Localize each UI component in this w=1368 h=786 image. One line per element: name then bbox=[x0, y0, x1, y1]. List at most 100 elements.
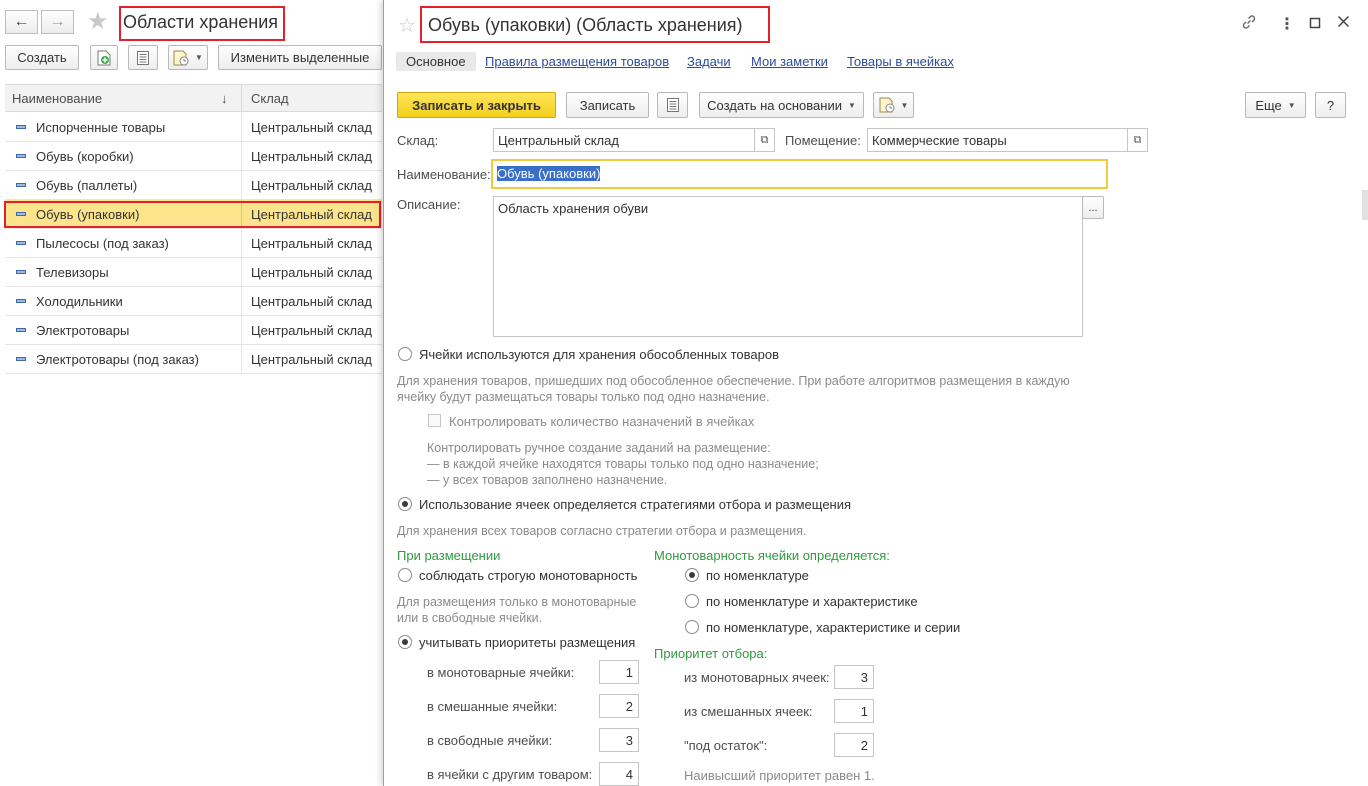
cell-name: Обувь (паллеты) bbox=[36, 178, 138, 193]
isolated-storage-radio[interactable] bbox=[398, 347, 412, 361]
strategy-label[interactable]: Использование ячеек определяется стратег… bbox=[419, 497, 851, 512]
strict-monotype-radio[interactable] bbox=[398, 568, 412, 582]
room-field[interactable]: Коммерческие товары bbox=[867, 128, 1128, 152]
tab-notes[interactable]: Мои заметки bbox=[751, 54, 828, 69]
priority-mixed-input[interactable]: 2 bbox=[599, 694, 639, 718]
save-button[interactable]: Записать bbox=[566, 92, 649, 118]
control-assignments-label: Контролировать количество назначений в я… bbox=[449, 414, 755, 429]
tab-cell-goods[interactable]: Товары в ячейках bbox=[847, 54, 954, 69]
list-view-button[interactable] bbox=[128, 45, 158, 70]
close-icon[interactable] bbox=[1337, 15, 1350, 33]
pick-monotype-label: из монотоварных ячеек: bbox=[684, 670, 830, 685]
column-header-name[interactable]: Наименование bbox=[12, 91, 102, 106]
column-header-warehouse[interactable]: Склад bbox=[251, 91, 289, 106]
report-icon bbox=[173, 50, 189, 65]
back-button[interactable]: ← bbox=[5, 10, 38, 34]
storage-area-icon bbox=[16, 125, 26, 129]
strategy-radio[interactable] bbox=[398, 497, 412, 511]
monotype-by-item-char-radio[interactable] bbox=[685, 594, 699, 608]
name-field[interactable]: Обувь (упаковки) bbox=[491, 159, 1108, 189]
placement-section-title: При размещении bbox=[397, 548, 501, 563]
table-row[interactable]: Пылесосы (под заказ) Центральный склад bbox=[5, 229, 382, 258]
monotype-by-item-char-series-label[interactable]: по номенклатуре, характеристике и серии bbox=[706, 620, 960, 635]
create-button[interactable]: Создать bbox=[5, 45, 79, 70]
list-view-button[interactable] bbox=[657, 92, 688, 118]
table-row[interactable]: Обувь (коробки) Центральный склад bbox=[5, 142, 382, 171]
cell-warehouse: Центральный склад bbox=[251, 178, 372, 193]
table-row[interactable]: Электротовары Центральный склад bbox=[5, 316, 382, 345]
storage-area-icon bbox=[16, 154, 26, 158]
name-label: Наименование: bbox=[397, 167, 491, 182]
priority-monotype-label: в монотоварные ячейки: bbox=[427, 665, 575, 680]
pick-mixed-input[interactable]: 1 bbox=[834, 699, 874, 723]
table-row[interactable]: Электротовары (под заказ) Центральный ск… bbox=[5, 345, 382, 374]
strict-monotype-label[interactable]: соблюдать строгую монотоварность bbox=[419, 568, 637, 583]
vertical-scrollbar[interactable] bbox=[1362, 190, 1368, 220]
pick-remainder-label: "под остаток": bbox=[684, 738, 768, 753]
forward-button[interactable]: → bbox=[41, 10, 74, 34]
cell-warehouse: Центральный склад bbox=[251, 236, 372, 251]
tab-main[interactable]: Основное bbox=[396, 52, 476, 71]
more-button[interactable]: Еще ▼ bbox=[1245, 92, 1306, 118]
more-vertical-icon[interactable]: ⋮ bbox=[1279, 14, 1295, 34]
isolated-storage-label[interactable]: Ячейки используются для хранения обособл… bbox=[419, 347, 779, 362]
monotype-by-item-char-label[interactable]: по номенклатуре и характеристике bbox=[706, 594, 918, 609]
priority-free-input[interactable]: 3 bbox=[599, 728, 639, 752]
pick-priority-section-title: Приоритет отбора: bbox=[654, 646, 768, 661]
control-hint-1: Контролировать ручное создание заданий н… bbox=[427, 441, 771, 455]
report-menu-button[interactable]: ▼ bbox=[168, 45, 208, 70]
description-field[interactable]: Область хранения обуви bbox=[493, 196, 1083, 337]
room-label: Помещение: bbox=[785, 133, 861, 148]
description-more-button[interactable]: ... bbox=[1082, 196, 1104, 219]
control-assignments-checkbox[interactable] bbox=[428, 414, 441, 427]
chevron-down-icon: ▼ bbox=[195, 53, 203, 62]
cell-name: Телевизоры bbox=[36, 265, 109, 280]
help-button[interactable]: ? bbox=[1315, 92, 1346, 118]
form-title: Обувь (упаковки) (Область хранения) bbox=[428, 15, 743, 35]
priority-mixed-label: в смешанные ячейки: bbox=[427, 699, 558, 714]
report-icon bbox=[879, 97, 895, 113]
pick-remainder-input[interactable]: 2 bbox=[834, 733, 874, 757]
create-copy-button[interactable] bbox=[90, 45, 118, 70]
name-field-value: Обувь (упаковки) bbox=[497, 166, 601, 181]
storage-area-icon bbox=[16, 299, 26, 303]
create-based-on-button[interactable]: Создать на основании ▼ bbox=[699, 92, 864, 118]
tab-placement-rules[interactable]: Правила размещения товаров bbox=[485, 54, 669, 69]
open-form-icon: ⧉ bbox=[1133, 133, 1142, 146]
warehouse-field[interactable]: Центральный склад bbox=[493, 128, 755, 152]
edit-selected-button[interactable]: Изменить выделенные bbox=[218, 45, 382, 70]
arrow-left-icon: ← bbox=[13, 13, 30, 30]
cell-name: Пылесосы (под заказ) bbox=[36, 236, 169, 251]
cell-name: Испорченные товары bbox=[36, 120, 166, 135]
tab-tasks[interactable]: Задачи bbox=[687, 54, 731, 69]
favorite-star-icon[interactable]: ☆ bbox=[398, 14, 416, 38]
report-menu-button[interactable]: ▼ bbox=[873, 92, 914, 118]
cell-warehouse: Центральный склад bbox=[251, 265, 372, 280]
open-warehouse-button[interactable]: ⧉ bbox=[755, 128, 775, 152]
priority-monotype-input[interactable]: 1 bbox=[599, 660, 639, 684]
table-row[interactable]: Обувь (паллеты) Центральный склад bbox=[5, 171, 382, 200]
table-row[interactable]: Телевизоры Центральный склад bbox=[5, 258, 382, 287]
priority-other-goods-input[interactable]: 4 bbox=[599, 762, 639, 786]
monotype-by-item-radio[interactable] bbox=[685, 568, 699, 582]
more-label: Еще bbox=[1255, 97, 1282, 113]
storage-area-icon bbox=[16, 357, 26, 361]
isolated-hint-line1: Для хранения товаров, пришедших под обос… bbox=[397, 374, 1070, 388]
favorite-star-icon[interactable]: ★ bbox=[87, 10, 109, 34]
list-icon bbox=[137, 50, 149, 65]
chevron-down-icon: ▼ bbox=[900, 100, 909, 110]
list-icon bbox=[666, 98, 679, 112]
save-and-close-button[interactable]: Записать и закрыть bbox=[397, 92, 556, 118]
use-priorities-radio[interactable] bbox=[398, 635, 412, 649]
open-room-button[interactable]: ⧉ bbox=[1128, 128, 1148, 152]
use-priorities-label[interactable]: учитывать приоритеты размещения bbox=[419, 635, 635, 650]
create-based-on-label: Создать на основании bbox=[707, 97, 842, 113]
link-icon[interactable] bbox=[1241, 14, 1257, 35]
pick-monotype-input[interactable]: 3 bbox=[834, 665, 874, 689]
table-row[interactable]: Холодильники Центральный склад bbox=[5, 287, 382, 316]
table-row[interactable]: Испорченные товары Центральный склад bbox=[5, 113, 382, 142]
control-hint-3: — у всех товаров заполнено назначение. bbox=[427, 473, 668, 487]
monotype-by-item-char-series-radio[interactable] bbox=[685, 620, 699, 634]
monotype-by-item-label[interactable]: по номенклатуре bbox=[706, 568, 809, 583]
maximize-icon[interactable] bbox=[1309, 16, 1321, 34]
